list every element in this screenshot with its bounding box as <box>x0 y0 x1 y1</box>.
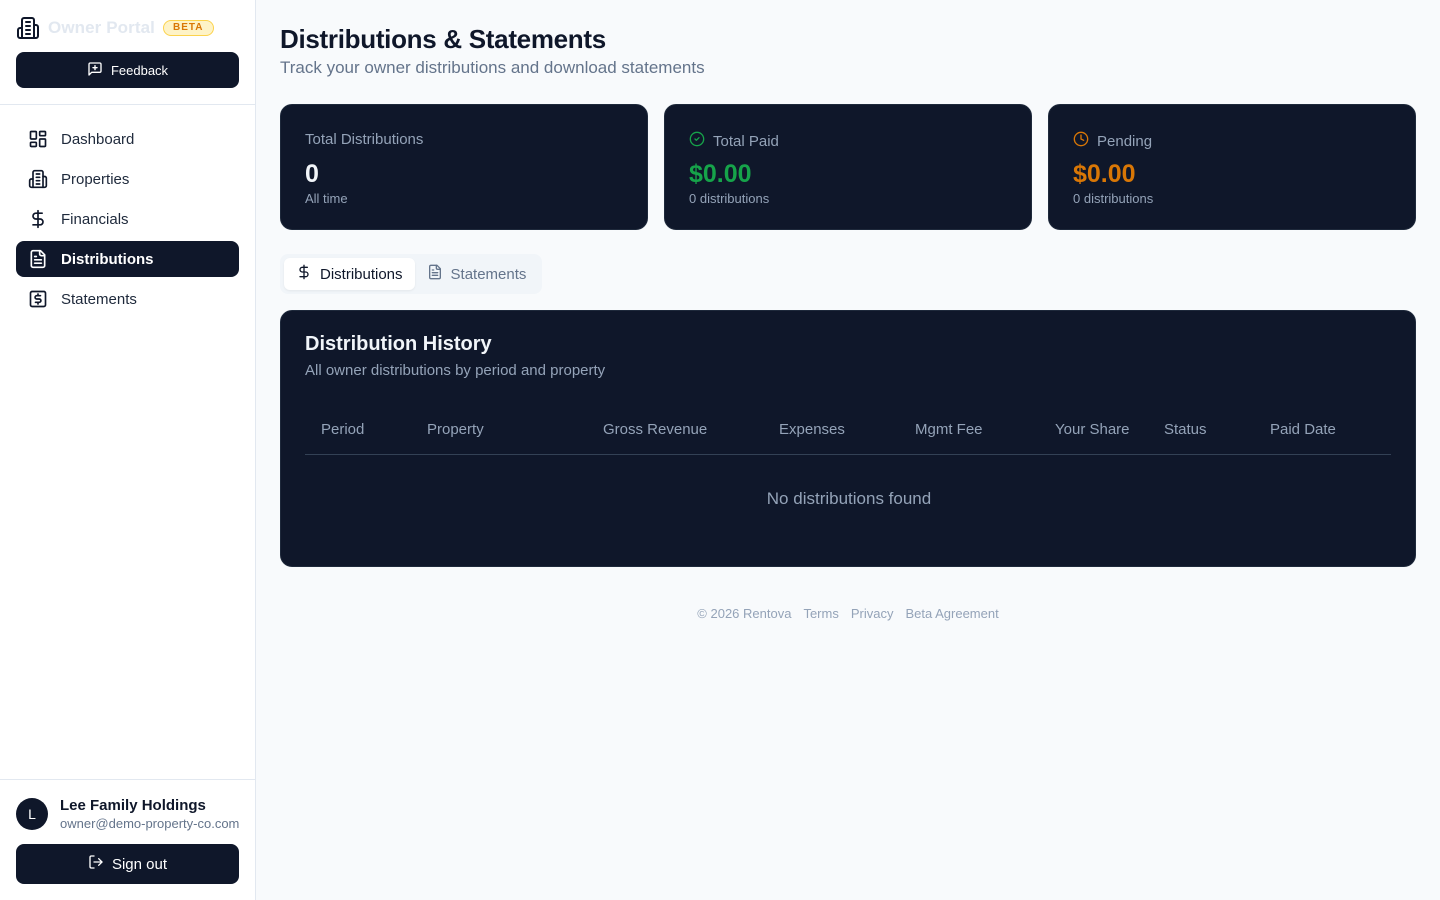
file-text-icon <box>427 264 443 284</box>
footer-link-privacy[interactable]: Privacy <box>851 606 894 621</box>
feedback-label: Feedback <box>110 62 169 78</box>
distribution-history-card: Distribution History All owner distribut… <box>280 310 1416 567</box>
sign-out-button[interactable]: Sign out <box>16 844 239 884</box>
sidebar-item-statements[interactable]: Statements <box>16 281 239 317</box>
footer-link-terms[interactable]: Terms <box>803 606 838 621</box>
tab-distributions[interactable]: Distributions <box>284 258 415 290</box>
column-header-mgmt-fee[interactable]: Mgmt Fee <box>915 421 983 438</box>
stat-subtext: 0 distributions <box>689 191 770 206</box>
tab-statements[interactable]: Statements <box>415 258 539 290</box>
brand-name: Owner Portal <box>48 18 156 37</box>
divider <box>0 104 256 105</box>
stat-label: Total Paid <box>713 132 779 150</box>
sidebar-nav: Dashboard Properties Financials Distribu… <box>16 121 239 321</box>
avatar: L <box>16 798 48 830</box>
sidebar-item-financials[interactable]: Financials <box>16 201 239 237</box>
layout-dashboard-icon <box>28 129 48 149</box>
dollar-sign-icon <box>28 209 48 229</box>
sidebar-item-label: Properties <box>61 170 130 188</box>
sidebar-item-label: Statements <box>61 290 137 308</box>
sidebar-item-dashboard[interactable]: Dashboard <box>16 121 239 157</box>
footer: © 2026 Rentova Terms Privacy Beta Agreem… <box>256 606 1440 621</box>
tab-list: Distributions Statements <box>280 254 543 294</box>
stat-subtext: All time <box>305 191 348 206</box>
column-header-your-share[interactable]: Your Share <box>1055 421 1130 438</box>
sidebar: Owner Portal BETA Feedback Dashboard Pro… <box>0 0 256 900</box>
dollar-sign-icon <box>296 264 312 284</box>
column-header-property[interactable]: Property <box>427 421 484 438</box>
file-text-icon <box>28 249 48 269</box>
sidebar-item-distributions[interactable]: Distributions <box>16 241 239 277</box>
column-header-expenses[interactable]: Expenses <box>779 421 845 438</box>
message-square-plus-icon <box>87 61 103 80</box>
page-subtitle: Track your owner distributions and downl… <box>280 58 705 77</box>
stat-value: $0.00 <box>1073 160 1136 188</box>
main-content: Distributions & Statements Track your ow… <box>256 0 1440 900</box>
sidebar-item-label: Distributions <box>61 250 154 268</box>
check-circle-icon <box>689 131 705 151</box>
table-header: Period Property Gross Revenue Expenses M… <box>305 409 1391 455</box>
building-icon <box>16 16 40 40</box>
user-name: Lee Family Holdings <box>60 797 206 814</box>
beta-badge: BETA <box>163 20 214 36</box>
column-header-gross-revenue[interactable]: Gross Revenue <box>603 421 707 438</box>
sidebar-item-properties[interactable]: Properties <box>16 161 239 197</box>
stat-card-pending: Pending $0.00 0 distributions <box>1048 104 1416 230</box>
sidebar-item-label: Dashboard <box>61 130 135 148</box>
page-title: Distributions & Statements <box>280 24 606 54</box>
clock-icon <box>1073 131 1089 151</box>
card-subtitle: All owner distributions by period and pr… <box>305 362 606 379</box>
copyright: © 2026 Rentova <box>697 606 792 621</box>
stat-subtext: 0 distributions <box>1073 191 1154 206</box>
building-icon <box>28 169 48 189</box>
tab-label: Statements <box>450 265 527 283</box>
feedback-button[interactable]: Feedback <box>16 52 239 88</box>
column-header-period[interactable]: Period <box>321 421 364 438</box>
user-email: owner@demo-property-co.com <box>60 816 240 831</box>
card-title: Distribution History <box>305 333 492 355</box>
stat-label: Pending <box>1097 132 1153 150</box>
sign-out-label: Sign out <box>111 855 168 873</box>
divider <box>0 779 256 780</box>
log-out-icon <box>88 854 104 874</box>
brand[interactable]: Owner Portal BETA <box>16 16 214 40</box>
stat-card-total-distributions: Total Distributions 0 All time <box>280 104 648 230</box>
stat-label: Total Distributions <box>305 131 424 148</box>
stat-value: $0.00 <box>689 160 752 188</box>
stat-card-total-paid: Total Paid $0.00 0 distributions <box>664 104 1032 230</box>
column-header-status[interactable]: Status <box>1164 421 1207 438</box>
footer-link-beta-agreement[interactable]: Beta Agreement <box>905 606 998 621</box>
column-header-paid-date[interactable]: Paid Date <box>1270 421 1336 438</box>
tab-label: Distributions <box>320 265 403 283</box>
receipt-icon <box>28 289 48 309</box>
stat-value: 0 <box>305 160 319 188</box>
empty-state-message: No distributions found <box>766 489 932 508</box>
sidebar-item-label: Financials <box>61 210 129 228</box>
